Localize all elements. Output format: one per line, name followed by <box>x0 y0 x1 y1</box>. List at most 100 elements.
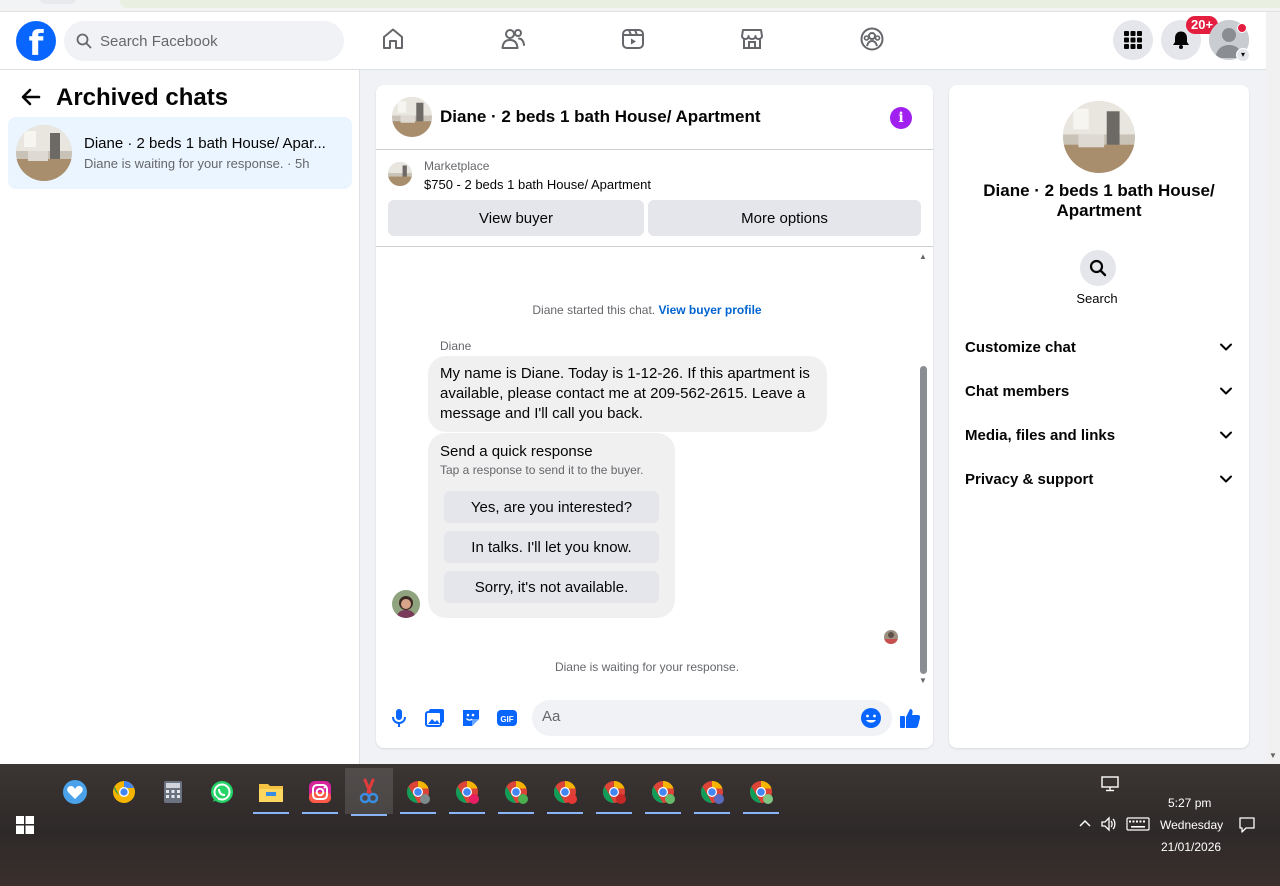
scroll-up-arrow-icon[interactable]: ▲ <box>919 252 927 261</box>
scroll-down-arrow-icon[interactable]: ▼ <box>919 676 927 685</box>
app-heart-icon[interactable] <box>55 772 95 812</box>
friends-icon[interactable] <box>500 26 528 54</box>
browser-tab-fragment[interactable] <box>40 0 76 4</box>
chrome-profile-icon[interactable] <box>692 772 732 814</box>
media-files-links-section[interactable]: Media, files and links <box>957 415 1241 455</box>
section-label: Chat members <box>965 382 1070 400</box>
marketplace-label: Marketplace <box>424 159 490 173</box>
privacy-support-section[interactable]: Privacy & support <box>957 459 1241 499</box>
chat-details-panel: Diane · 2 beds 1 bath House/ Apartment S… <box>949 85 1249 748</box>
chrome-profile-icon[interactable] <box>594 772 634 814</box>
info-icon[interactable]: i <box>890 107 912 129</box>
message-thread[interactable]: Diane started this chat. View buyer prof… <box>376 248 933 688</box>
buyer-avatar[interactable] <box>392 590 420 618</box>
search-icon <box>1089 259 1107 277</box>
gif-icon[interactable]: GIF <box>496 707 518 729</box>
desktop-display-icon[interactable] <box>1101 776 1119 795</box>
clock-time[interactable]: 5:27 pm <box>1168 796 1211 810</box>
chrome-profile-icon[interactable] <box>643 772 683 814</box>
chevron-down-icon <box>1220 387 1232 395</box>
view-buyer-profile-link[interactable]: View buyer profile <box>658 303 761 317</box>
chevron-up-icon[interactable] <box>1078 817 1092 832</box>
like-thumbs-up-icon[interactable] <box>899 707 921 729</box>
facebook-logo-icon[interactable]: f <box>16 21 56 61</box>
section-label: Media, files and links <box>965 426 1116 444</box>
whatsapp-icon[interactable] <box>202 772 242 812</box>
message-input[interactable] <box>542 708 842 725</box>
snipping-tool-icon[interactable] <box>345 768 393 816</box>
facebook-search-box[interactable] <box>64 21 344 61</box>
browser-toolbar <box>0 0 1280 12</box>
chat-started-note: Diane started this chat. View buyer prof… <box>376 303 918 317</box>
section-label: Privacy & support <box>965 470 1094 488</box>
chrome-profile-icon[interactable] <box>496 772 536 814</box>
waiting-note: Diane is waiting for your response. <box>554 660 740 674</box>
chrome-canary-icon[interactable] <box>104 772 144 812</box>
listing-small-thumbnail <box>388 162 412 186</box>
scrollbar-thumb[interactable] <box>920 366 927 674</box>
page-scrollbar[interactable]: ▼ <box>1266 12 1280 764</box>
view-buyer-button[interactable]: View buyer <box>388 200 644 236</box>
groups-icon[interactable] <box>859 26 887 54</box>
search-input[interactable] <box>100 32 320 50</box>
quick-response-not-available-button[interactable]: Sorry, it's not available. <box>444 571 659 603</box>
listing-thumbnail <box>392 97 432 137</box>
active-indicator <box>694 812 730 814</box>
sticker-icon[interactable] <box>460 707 482 729</box>
scroll-down-arrow-icon[interactable]: ▼ <box>1269 751 1277 760</box>
speaker-icon[interactable] <box>1100 816 1118 835</box>
quick-response-yes-button[interactable]: Yes, are you interested? <box>444 491 659 523</box>
keyboard-icon[interactable] <box>1126 817 1150 834</box>
details-search-button[interactable] <box>1080 250 1116 286</box>
emoji-icon[interactable] <box>860 707 882 729</box>
message-input-box[interactable] <box>532 700 892 736</box>
chat-members-section[interactable]: Chat members <box>957 371 1241 411</box>
windows-start-icon[interactable] <box>16 816 34 834</box>
more-options-button[interactable]: More options <box>648 200 921 236</box>
chrome-profile-icon[interactable] <box>545 772 585 814</box>
clock-date[interactable]: 21/01/2026 <box>1161 840 1221 854</box>
microphone-icon[interactable] <box>388 707 410 729</box>
conversation-header[interactable]: Diane · 2 beds 1 bath House/ Apartment <box>376 85 933 150</box>
photo-icon[interactable] <box>424 707 446 729</box>
customize-chat-section[interactable]: Customize chat <box>957 327 1241 367</box>
quick-response-card: Send a quick response Tap a response to … <box>428 433 675 618</box>
active-indicator <box>302 812 338 814</box>
active-indicator <box>596 812 632 814</box>
chrome-profile-icon[interactable] <box>741 772 781 814</box>
active-indicator <box>351 814 387 816</box>
chevron-down-icon[interactable]: ▾ <box>1236 48 1250 62</box>
chat-list-item[interactable]: Diane · 2 beds 1 bath House/ Apar... Dia… <box>8 117 352 189</box>
marketplace-icon[interactable] <box>739 26 767 54</box>
quick-response-title: Send a quick response <box>440 443 593 460</box>
archived-header: Archived chats <box>20 84 228 112</box>
windows-taskbar: 5:27 pm Wednesday 21/01/2026 <box>0 764 1280 886</box>
chrome-profile-icon[interactable] <box>398 772 438 814</box>
archived-chats-panel: Archived chats Diane · 2 beds 1 bath Hou… <box>0 70 360 764</box>
chat-started-text: Diane started this chat. <box>532 303 656 317</box>
menu-grid-button[interactable] <box>1113 20 1153 60</box>
active-indicator <box>547 812 583 814</box>
video-icon[interactable] <box>620 26 648 54</box>
file-explorer-icon[interactable] <box>251 772 291 814</box>
listing-title[interactable]: $750 - 2 beds 1 bath House/ Apartment <box>424 177 651 192</box>
conversation-scrollbar[interactable]: ▲ ▼ <box>918 252 928 685</box>
active-indicator <box>449 812 485 814</box>
conversation-panel: Diane · 2 beds 1 bath House/ Apartment i… <box>376 85 933 748</box>
quick-response-in-talks-button[interactable]: In talks. I'll let you know. <box>444 531 659 563</box>
conversation-title: Diane · 2 beds 1 bath House/ Apartment <box>440 107 761 126</box>
search-icon <box>76 33 92 49</box>
message-bubble[interactable]: My name is Diane. Today is 1-12-26. If t… <box>428 356 827 432</box>
action-center-icon[interactable] <box>1238 816 1256 837</box>
browser-address-bar[interactable] <box>120 0 1280 8</box>
quick-response-subtitle: Tap a response to send it to the buyer. <box>440 463 644 477</box>
grid-icon <box>1124 31 1142 49</box>
active-indicator <box>253 812 289 814</box>
listing-thumbnail <box>16 125 72 181</box>
chrome-profile-icon[interactable] <box>447 772 487 814</box>
instagram-icon[interactable] <box>300 772 340 814</box>
clock-day[interactable]: Wednesday <box>1160 818 1223 832</box>
calculator-icon[interactable] <box>153 772 193 812</box>
home-icon[interactable] <box>380 26 408 54</box>
back-arrow-icon[interactable] <box>20 86 44 110</box>
